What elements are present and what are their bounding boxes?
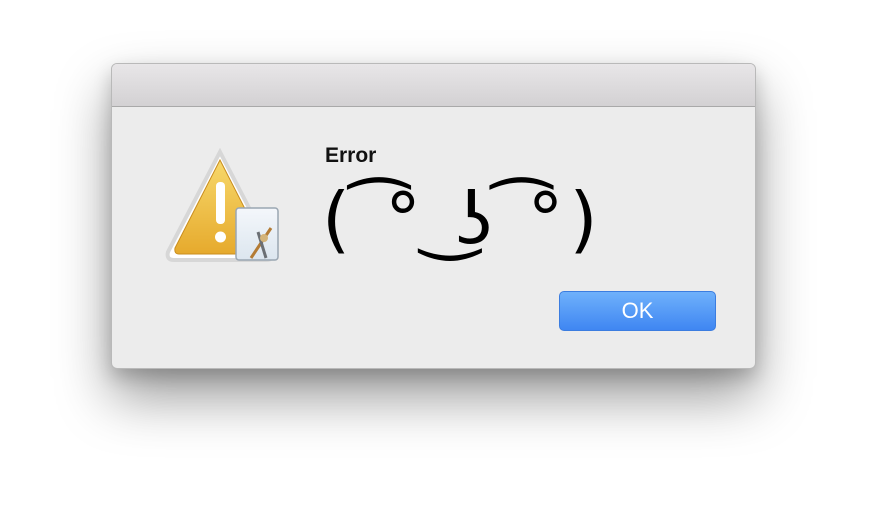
ok-button[interactable]: OK [559, 291, 716, 331]
warning-icon [162, 147, 288, 272]
dialog-message: ( ͡° ͜ʖ ͡°) [322, 177, 604, 261]
window-titlebar[interactable] [112, 64, 755, 107]
dialog-title: Error [325, 144, 377, 167]
warning-icon [165, 147, 279, 262]
screen: Error ( ͡° ͜ʖ ͡°) OK [0, 0, 869, 530]
alert-dialog: Error ( ͡° ͜ʖ ͡°) OK [111, 63, 756, 369]
